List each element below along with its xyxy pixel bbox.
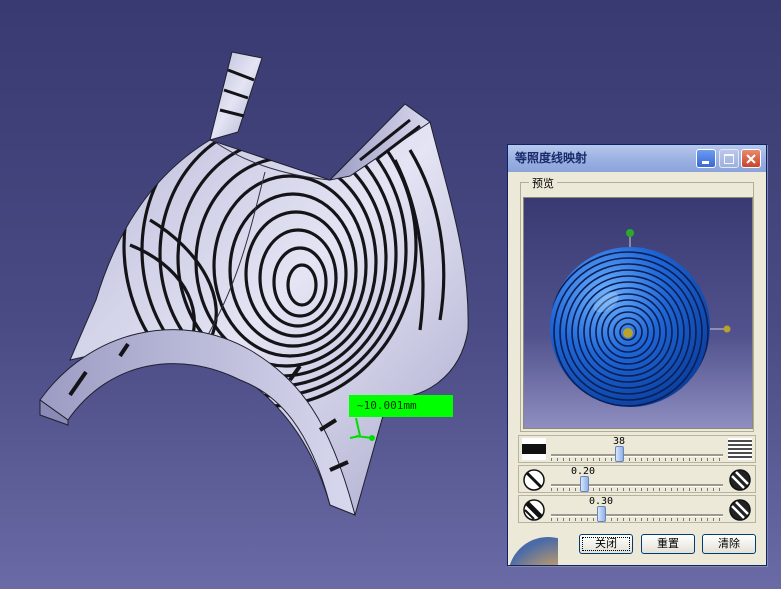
light-handle-center-icon[interactable] <box>623 328 633 338</box>
slider-track <box>551 514 723 517</box>
dimension-annotation: ~10.001mm <box>349 395 453 417</box>
light-handle-right-icon[interactable] <box>723 325 731 333</box>
slider-track <box>551 454 723 457</box>
slider-track <box>551 484 723 487</box>
slider-band-width-2: 0.30 <box>518 495 756 523</box>
sphere-preview <box>550 229 731 407</box>
many-lines-icon <box>728 438 752 460</box>
isophote-dialog: 等照度线映射 预览 38 0.20 0.30 关闭 重置 清除 <box>507 144 767 566</box>
slider-ticks <box>551 518 723 521</box>
slider-ticks <box>551 488 723 491</box>
dialog-title: 等照度线映射 <box>515 151 588 165</box>
close-button[interactable]: 关闭 <box>579 534 633 554</box>
light-handle-top-icon[interactable] <box>626 229 634 237</box>
solid-band-icon <box>522 438 546 460</box>
slider-thumb[interactable] <box>597 506 606 522</box>
slider-band-width-1: 0.20 <box>518 465 756 493</box>
preview-group: 预览 <box>520 175 754 432</box>
minimize-button[interactable] <box>696 149 716 168</box>
preview-label: 预览 <box>529 175 557 191</box>
window-close-button[interactable] <box>741 149 761 168</box>
close-icon <box>746 154 756 164</box>
preview-canvas[interactable] <box>523 197 753 429</box>
reset-button[interactable]: 重置 <box>641 534 695 554</box>
striped-sphere-icon <box>729 499 751 521</box>
surface-model <box>39 51 469 516</box>
globe-logo-icon <box>509 537 558 565</box>
maximize-button <box>719 149 739 168</box>
slider-line-count: 38 <box>518 435 756 463</box>
striped-sphere-icon <box>729 469 751 491</box>
half-sphere-light-icon <box>523 469 545 491</box>
clear-button[interactable]: 清除 <box>702 534 756 554</box>
striped-sphere-dark-icon <box>523 499 545 521</box>
slider-ticks <box>551 458 723 461</box>
slider-thumb[interactable] <box>580 476 589 492</box>
title-bar[interactable]: 等照度线映射 <box>508 145 766 172</box>
slider-thumb[interactable] <box>615 446 624 462</box>
